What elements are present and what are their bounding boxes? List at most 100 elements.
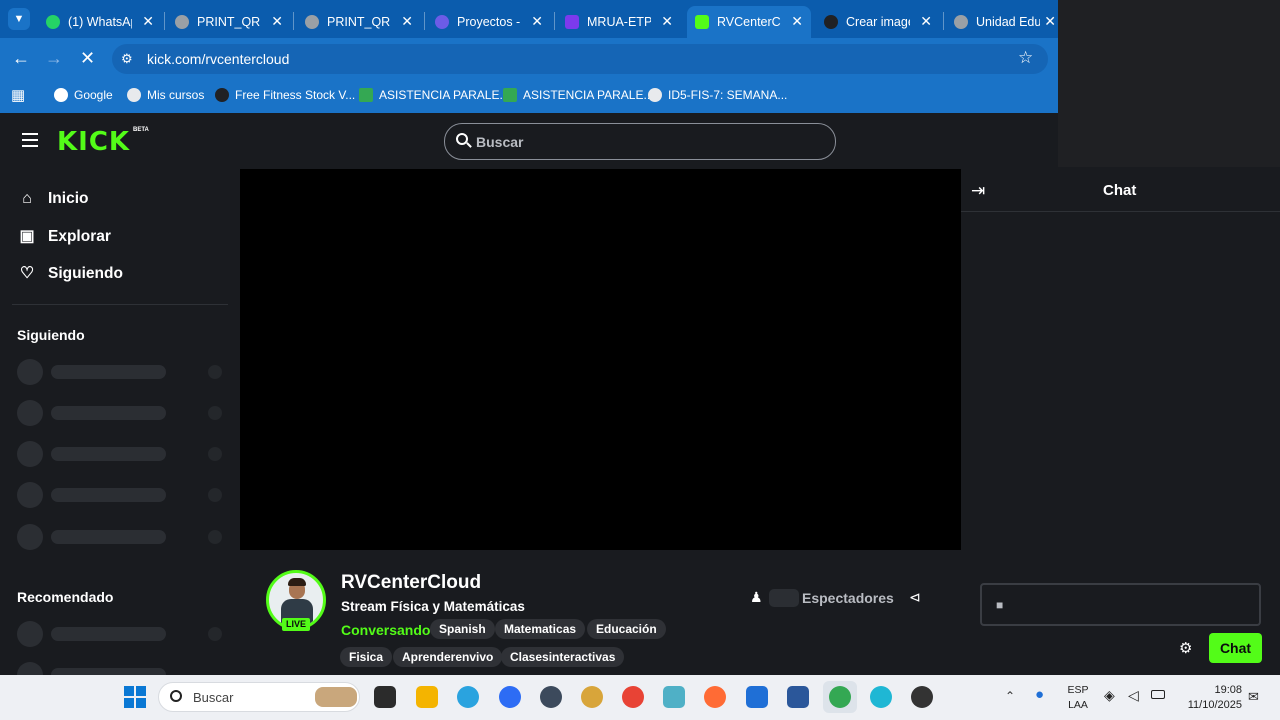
browser-tab[interactable]: MRUA-ETP-8 ✕ <box>557 6 681 38</box>
globe-icon <box>305 15 319 29</box>
tab-separator <box>164 12 165 30</box>
search-placeholder: Buscar <box>476 134 524 150</box>
taskbar-search-placeholder: Buscar <box>193 690 234 705</box>
back-icon[interactable]: ← <box>12 48 30 69</box>
show-hidden-icons[interactable]: ⌃ <box>1005 689 1015 703</box>
browser-tab[interactable]: Proyectos - C ✕ <box>427 6 551 38</box>
beta-badge: BETA <box>133 127 149 133</box>
close-tab-icon[interactable]: ✕ <box>661 13 673 30</box>
close-tab-icon[interactable]: ✕ <box>531 13 543 30</box>
apps-grid-icon[interactable]: ▦ <box>11 86 25 104</box>
channel-name[interactable]: RVCenterCloud <box>341 572 481 594</box>
skeleton-dot <box>208 365 222 379</box>
bookmark-item[interactable]: Mis cursos <box>127 85 204 105</box>
bookmark-item[interactable]: ID5-FIS-7: SEMANA... <box>648 85 787 105</box>
vpn-icon[interactable] <box>540 686 562 708</box>
tab-separator <box>424 12 425 30</box>
browser-tab[interactable]: PRINT_QR ✕ <box>297 6 421 38</box>
skeleton-avatar <box>17 524 43 550</box>
skeleton-dot <box>208 406 222 420</box>
bookmark-item[interactable]: Google <box>54 85 113 105</box>
chat-input[interactable]: ■ <box>980 583 1261 626</box>
browser-tab[interactable]: PRINT_QR ✕ <box>167 6 291 38</box>
bookmark-item[interactable]: ASISTENCIA PARALE... <box>503 85 654 105</box>
task-view-icon[interactable] <box>374 686 396 708</box>
search-icon <box>170 690 182 702</box>
app-icon[interactable] <box>581 686 603 708</box>
file-explorer-icon[interactable] <box>416 686 438 708</box>
tag-aprenderenvivo[interactable]: Aprenderenvivo <box>393 647 503 667</box>
globe-icon <box>127 88 141 102</box>
bluetooth-icon[interactable] <box>746 686 768 708</box>
microphone-icon[interactable]: ● <box>1035 686 1044 703</box>
tag-educacion[interactable]: Educación <box>587 619 666 639</box>
close-tab-icon[interactable]: ✕ <box>1044 13 1056 30</box>
browser-tab[interactable]: (1) WhatsApp ✕ <box>38 6 162 38</box>
video-player[interactable] <box>240 169 961 550</box>
skeleton-dot <box>208 488 222 502</box>
tag-spanish[interactable]: Spanish <box>430 619 495 639</box>
close-tab-icon[interactable]: ✕ <box>791 13 803 30</box>
stop-loading-icon[interactable]: ✕ <box>80 48 95 69</box>
viewer-count-placeholder <box>769 589 799 607</box>
tag-clasesinteractivas[interactable]: Clasesinteractivas <box>501 647 625 667</box>
forward-icon[interactable]: → <box>45 48 63 69</box>
browser-tab[interactable]: Crear image ✕ <box>816 6 940 38</box>
word-icon[interactable] <box>787 686 809 708</box>
site-settings-icon[interactable]: ⚙ <box>121 51 133 67</box>
maps-icon[interactable] <box>663 686 685 708</box>
skeleton-avatar <box>17 400 43 426</box>
url-text: kick.com/rvcentercloud <box>147 51 290 67</box>
chat-header-divider <box>961 211 1280 212</box>
notifications-icon[interactable]: ✉ <box>1248 689 1259 705</box>
tab-separator <box>943 12 944 30</box>
close-tab-icon[interactable]: ✕ <box>401 13 413 30</box>
skeleton-bar <box>51 447 166 461</box>
clock[interactable]: 19:08 11/10/2025 <box>1178 683 1242 713</box>
chrome-icon[interactable] <box>829 686 851 708</box>
tag-fisica[interactable]: Fisica <box>340 647 393 667</box>
share-icon[interactable]: ⊲ <box>909 589 921 606</box>
telegram-icon[interactable] <box>457 686 479 708</box>
nav-explorar[interactable]: ▣ Explorar <box>18 224 110 250</box>
battery-icon[interactable] <box>1151 690 1165 699</box>
nav-inicio[interactable]: ⌂ Inicio <box>18 186 88 212</box>
skeleton-dot <box>208 447 222 461</box>
nav-siguiendo[interactable]: ♡ Siguiendo <box>18 261 123 287</box>
chat-settings-icon[interactable]: ⚙ <box>1179 639 1192 657</box>
firefox-icon[interactable] <box>704 686 726 708</box>
volume-icon[interactable]: ◁ <box>1128 687 1139 704</box>
search-box[interactable]: Buscar <box>444 123 836 160</box>
chat-title: Chat <box>1103 182 1137 199</box>
wifi-icon[interactable]: ◈ <box>1104 687 1115 704</box>
tab-separator <box>554 12 555 30</box>
skeleton-avatar <box>17 482 43 508</box>
menu-icon[interactable] <box>22 133 38 147</box>
close-tab-icon[interactable]: ✕ <box>920 13 932 30</box>
chat-send-button[interactable]: Chat <box>1209 633 1262 663</box>
kick-logo[interactable]: KICK BETA <box>57 127 149 157</box>
collapse-chat-icon[interactable]: ⇥ <box>971 181 985 201</box>
skeleton-bar <box>51 530 166 544</box>
language-indicator[interactable]: ESP LAA <box>1064 683 1092 713</box>
stream-category[interactable]: Conversando <box>341 622 430 638</box>
edge-icon[interactable] <box>870 686 892 708</box>
globe-icon <box>648 88 662 102</box>
bookmark-star-icon[interactable]: ☆ <box>1018 48 1033 68</box>
tab-list-button[interactable]: ▼ <box>8 8 30 30</box>
windows-start-icon[interactable] <box>124 686 146 708</box>
explore-icon: ▣ <box>19 228 35 245</box>
sheets-icon <box>503 88 517 102</box>
tag-matematicas[interactable]: Matematicas <box>495 619 586 639</box>
following-heading: Siguiendo <box>17 327 85 343</box>
app-icon[interactable] <box>911 686 933 708</box>
close-tab-icon[interactable]: ✕ <box>271 13 283 30</box>
bookmark-item[interactable]: ASISTENCIA PARALE... <box>359 85 510 105</box>
close-tab-icon[interactable]: ✕ <box>142 13 154 30</box>
taskbar-search[interactable]: Buscar <box>158 682 360 712</box>
zoom-icon[interactable] <box>499 686 521 708</box>
browser-tab-active[interactable]: RVCenterClo ✕ <box>687 6 811 38</box>
bookmark-item[interactable]: Free Fitness Stock V... <box>215 85 355 105</box>
browser-tab[interactable]: Unidad Educ ✕ <box>946 6 1058 38</box>
chrome-icon[interactable] <box>622 686 644 708</box>
